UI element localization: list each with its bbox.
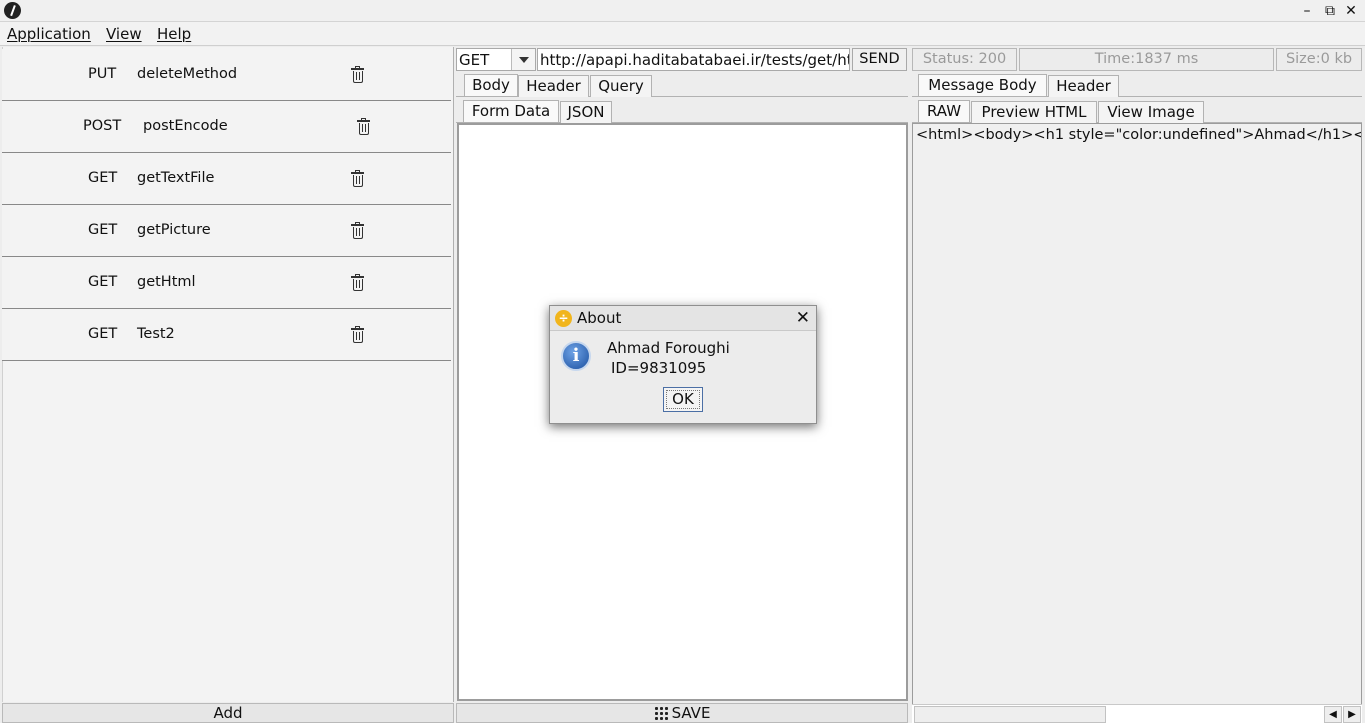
tab-response-header[interactable]: Header <box>1048 75 1119 97</box>
dialog-message-id: ID=9831095 <box>611 359 707 377</box>
method-select[interactable]: GET <box>456 48 536 71</box>
ok-button[interactable]: OK <box>663 387 703 412</box>
request-method: PUT <box>88 66 117 82</box>
tab-form-data[interactable]: Form Data <box>463 100 559 122</box>
raw-response-text: <html><body><h1 style="color:undefined">… <box>916 127 1362 143</box>
menu-application[interactable]: Application <box>7 25 91 43</box>
request-method: GET <box>88 170 118 186</box>
trash-icon[interactable] <box>351 170 364 187</box>
save-label: SAVE <box>671 704 711 722</box>
tab-header[interactable]: Header <box>518 75 589 97</box>
request-name: getTextFile <box>137 170 215 186</box>
scroll-left-icon[interactable]: ◀ <box>1324 706 1342 723</box>
tab-raw[interactable]: RAW <box>918 100 970 122</box>
trash-icon[interactable] <box>351 326 364 343</box>
tab-preview-html[interactable]: Preview HTML <box>971 101 1097 123</box>
response-time: Time:1837 ms <box>1019 48 1274 71</box>
request-name: deleteMethod <box>137 66 238 82</box>
dialog-title-bar: ÷ About ✕ <box>550 306 816 331</box>
dialog-close-icon[interactable]: ✕ <box>796 308 810 328</box>
restore-icon[interactable]: ⧉ <box>1320 1 1340 21</box>
request-item-gettextfile[interactable]: GET getTextFile <box>2 153 451 205</box>
tab-json[interactable]: JSON <box>560 101 612 123</box>
request-method: GET <box>88 274 118 290</box>
about-dialog: ÷ About ✕ i Ahmad Foroughi ID=9831095 OK <box>549 305 817 424</box>
send-button[interactable]: SEND <box>852 48 907 71</box>
request-method: GET <box>88 222 118 238</box>
menu-view[interactable]: View <box>106 25 142 43</box>
response-size: Size:0 kb <box>1276 48 1362 71</box>
close-icon[interactable]: ✕ <box>1341 1 1361 21</box>
save-button[interactable]: SAVE <box>456 703 908 723</box>
raw-response-area[interactable]: <html><body><h1 style="color:undefined">… <box>912 123 1362 705</box>
tab-body[interactable]: Body <box>464 74 518 96</box>
chevron-down-icon[interactable] <box>511 49 535 70</box>
request-method: GET <box>88 326 118 342</box>
request-name: getPicture <box>137 222 211 238</box>
request-name: getHtml <box>137 274 196 290</box>
tab-message-body[interactable]: Message Body <box>918 74 1047 96</box>
scroll-right-icon[interactable]: ▶ <box>1343 706 1361 723</box>
tab-view-image[interactable]: View Image <box>1098 101 1204 123</box>
app-icon <box>4 2 21 19</box>
trash-icon[interactable] <box>351 222 364 239</box>
title-bar: – ⧉ ✕ <box>0 0 1365 22</box>
dialog-message-name: Ahmad Foroughi <box>607 339 730 357</box>
method-select-value: GET <box>459 51 490 69</box>
request-name: Test2 <box>137 326 175 342</box>
dialog-app-icon: ÷ <box>555 310 572 327</box>
dialog-title: About <box>577 309 622 327</box>
info-icon: i <box>561 341 591 371</box>
trash-icon[interactable] <box>351 66 364 83</box>
tab-divider <box>912 96 1362 97</box>
trash-icon[interactable] <box>357 118 370 135</box>
request-item-test2[interactable]: GET Test2 <box>2 309 451 361</box>
request-item-postencode[interactable]: POST postEncode <box>2 101 451 153</box>
tab-query[interactable]: Query <box>590 75 652 97</box>
url-input-value: http://apapi.haditabatabaei.ir/tests/get… <box>540 51 850 69</box>
minimize-icon[interactable]: – <box>1297 1 1317 21</box>
scrollbar-thumb[interactable] <box>914 706 1106 723</box>
status-code: Status: 200 <box>912 48 1017 71</box>
menu-help[interactable]: Help <box>157 25 191 43</box>
request-method: POST <box>83 118 122 134</box>
request-item-deletemethod[interactable]: PUT deleteMethod <box>2 49 451 101</box>
request-item-getpicture[interactable]: GET getPicture <box>2 205 451 257</box>
trash-icon[interactable] <box>351 274 364 291</box>
request-item-gethtml[interactable]: GET getHtml <box>2 257 451 309</box>
menu-bar: Application View Help <box>0 22 1365 46</box>
grid-icon <box>653 706 668 720</box>
url-input[interactable]: http://apapi.haditabatabaei.ir/tests/get… <box>537 48 850 71</box>
horizontal-scrollbar[interactable]: ◀ ▶ <box>912 704 1362 723</box>
request-name: postEncode <box>143 118 228 134</box>
add-button[interactable]: Add <box>2 703 454 723</box>
